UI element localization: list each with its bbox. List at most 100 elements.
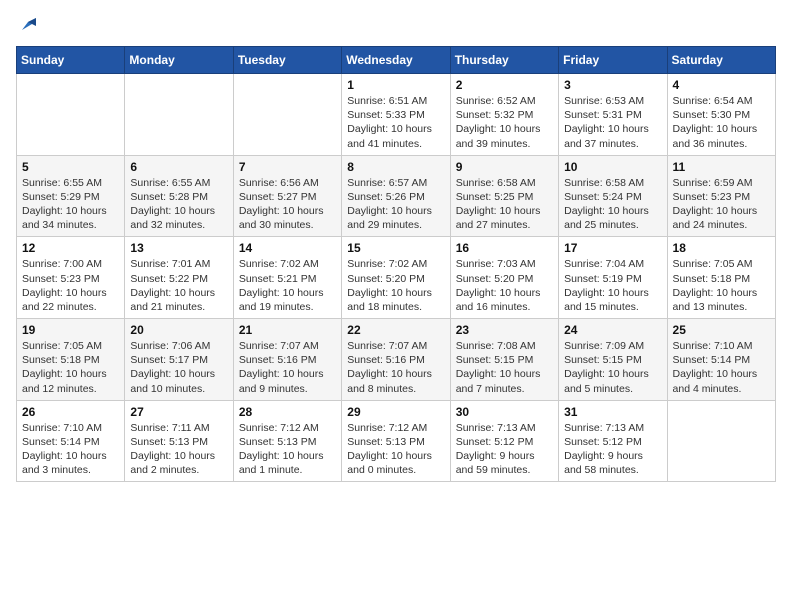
calendar-cell: 15 Sunrise: 7:02 AM Sunset: 5:20 PM Dayli… xyxy=(342,237,450,319)
day-number: 9 xyxy=(456,160,553,174)
day-number: 14 xyxy=(239,241,336,255)
weekday-header-monday: Monday xyxy=(125,47,233,74)
day-number: 13 xyxy=(130,241,227,255)
day-number: 28 xyxy=(239,405,336,419)
weekday-header-tuesday: Tuesday xyxy=(233,47,341,74)
day-info: Sunrise: 7:05 AM Sunset: 5:18 PM Dayligh… xyxy=(673,257,770,314)
weekday-header-sunday: Sunday xyxy=(17,47,125,74)
day-info: Sunrise: 6:55 AM Sunset: 5:28 PM Dayligh… xyxy=(130,176,227,233)
calendar-cell: 12 Sunrise: 7:00 AM Sunset: 5:23 PM Dayli… xyxy=(17,237,125,319)
day-number: 23 xyxy=(456,323,553,337)
day-number: 10 xyxy=(564,160,661,174)
day-info: Sunrise: 7:02 AM Sunset: 5:21 PM Dayligh… xyxy=(239,257,336,314)
day-info: Sunrise: 6:51 AM Sunset: 5:33 PM Dayligh… xyxy=(347,94,444,151)
day-info: Sunrise: 7:13 AM Sunset: 5:12 PM Dayligh… xyxy=(456,421,553,478)
calendar-cell: 27Sunrise: 7:11 AM Sunset: 5:13 PM Dayli… xyxy=(125,400,233,482)
day-info: Sunrise: 7:13 AM Sunset: 5:12 PM Dayligh… xyxy=(564,421,661,478)
calendar-cell: 19 Sunrise: 7:05 AM Sunset: 5:18 PM Dayli… xyxy=(17,319,125,401)
calendar-cell: 4 Sunrise: 6:54 AM Sunset: 5:30 PM Daylig… xyxy=(667,74,775,156)
day-number: 6 xyxy=(130,160,227,174)
day-info: Sunrise: 7:02 AM Sunset: 5:20 PM Dayligh… xyxy=(347,257,444,314)
day-number: 1 xyxy=(347,78,444,92)
day-number: 2 xyxy=(456,78,553,92)
day-info: Sunrise: 6:52 AM Sunset: 5:32 PM Dayligh… xyxy=(456,94,553,151)
day-number: 11 xyxy=(673,160,770,174)
page-header xyxy=(16,16,776,34)
day-number: 20 xyxy=(130,323,227,337)
calendar-cell: 31Sunrise: 7:13 AM Sunset: 5:12 PM Dayli… xyxy=(559,400,667,482)
week-row-1: 1 Sunrise: 6:51 AM Sunset: 5:33 PM Daylig… xyxy=(17,74,776,156)
day-number: 25 xyxy=(673,323,770,337)
day-number: 19 xyxy=(22,323,119,337)
day-number: 3 xyxy=(564,78,661,92)
day-info: Sunrise: 6:59 AM Sunset: 5:23 PM Dayligh… xyxy=(673,176,770,233)
calendar-cell: 13 Sunrise: 7:01 AM Sunset: 5:22 PM Dayli… xyxy=(125,237,233,319)
day-info: Sunrise: 7:01 AM Sunset: 5:22 PM Dayligh… xyxy=(130,257,227,314)
calendar-cell xyxy=(667,400,775,482)
calendar-cell: 2 Sunrise: 6:52 AM Sunset: 5:32 PM Daylig… xyxy=(450,74,558,156)
day-info: Sunrise: 7:11 AM Sunset: 5:13 PM Dayligh… xyxy=(130,421,227,478)
logo-bird-icon xyxy=(18,16,36,34)
day-info: Sunrise: 7:09 AM Sunset: 5:15 PM Dayligh… xyxy=(564,339,661,396)
weekday-header-row: SundayMondayTuesdayWednesdayThursdayFrid… xyxy=(17,47,776,74)
calendar-cell: 8 Sunrise: 6:57 AM Sunset: 5:26 PM Daylig… xyxy=(342,155,450,237)
calendar-cell: 7 Sunrise: 6:56 AM Sunset: 5:27 PM Daylig… xyxy=(233,155,341,237)
calendar: SundayMondayTuesdayWednesdayThursdayFrid… xyxy=(16,46,776,482)
calendar-cell: 25Sunrise: 7:10 AM Sunset: 5:14 PM Dayli… xyxy=(667,319,775,401)
day-info: Sunrise: 6:56 AM Sunset: 5:27 PM Dayligh… xyxy=(239,176,336,233)
day-number: 21 xyxy=(239,323,336,337)
day-info: Sunrise: 6:57 AM Sunset: 5:26 PM Dayligh… xyxy=(347,176,444,233)
calendar-cell: 21Sunrise: 7:07 AM Sunset: 5:16 PM Dayli… xyxy=(233,319,341,401)
day-info: Sunrise: 7:12 AM Sunset: 5:13 PM Dayligh… xyxy=(239,421,336,478)
day-info: Sunrise: 6:55 AM Sunset: 5:29 PM Dayligh… xyxy=(22,176,119,233)
day-info: Sunrise: 7:03 AM Sunset: 5:20 PM Dayligh… xyxy=(456,257,553,314)
calendar-cell: 17 Sunrise: 7:04 AM Sunset: 5:19 PM Dayli… xyxy=(559,237,667,319)
calendar-cell: 29 Sunrise: 7:12 AM Sunset: 5:13 PM Dayli… xyxy=(342,400,450,482)
day-info: Sunrise: 7:06 AM Sunset: 5:17 PM Dayligh… xyxy=(130,339,227,396)
day-number: 8 xyxy=(347,160,444,174)
weekday-header-thursday: Thursday xyxy=(450,47,558,74)
calendar-cell xyxy=(17,74,125,156)
day-number: 7 xyxy=(239,160,336,174)
day-number: 16 xyxy=(456,241,553,255)
day-info: Sunrise: 7:04 AM Sunset: 5:19 PM Dayligh… xyxy=(564,257,661,314)
calendar-cell: 24 Sunrise: 7:09 AM Sunset: 5:15 PM Dayli… xyxy=(559,319,667,401)
calendar-cell: 26 Sunrise: 7:10 AM Sunset: 5:14 PM Dayli… xyxy=(17,400,125,482)
calendar-cell: 3Sunrise: 6:53 AM Sunset: 5:31 PM Daylig… xyxy=(559,74,667,156)
day-info: Sunrise: 7:08 AM Sunset: 5:15 PM Dayligh… xyxy=(456,339,553,396)
calendar-cell: 10 Sunrise: 6:58 AM Sunset: 5:24 PM Dayli… xyxy=(559,155,667,237)
day-number: 22 xyxy=(347,323,444,337)
weekday-header-wednesday: Wednesday xyxy=(342,47,450,74)
day-info: Sunrise: 7:12 AM Sunset: 5:13 PM Dayligh… xyxy=(347,421,444,478)
day-number: 26 xyxy=(22,405,119,419)
weekday-header-friday: Friday xyxy=(559,47,667,74)
week-row-4: 19 Sunrise: 7:05 AM Sunset: 5:18 PM Dayli… xyxy=(17,319,776,401)
day-info: Sunrise: 7:00 AM Sunset: 5:23 PM Dayligh… xyxy=(22,257,119,314)
day-info: Sunrise: 7:05 AM Sunset: 5:18 PM Dayligh… xyxy=(22,339,119,396)
calendar-cell: 23 Sunrise: 7:08 AM Sunset: 5:15 PM Dayli… xyxy=(450,319,558,401)
day-info: Sunrise: 6:58 AM Sunset: 5:24 PM Dayligh… xyxy=(564,176,661,233)
calendar-cell: 16 Sunrise: 7:03 AM Sunset: 5:20 PM Dayli… xyxy=(450,237,558,319)
calendar-cell: 30 Sunrise: 7:13 AM Sunset: 5:12 PM Dayli… xyxy=(450,400,558,482)
day-number: 12 xyxy=(22,241,119,255)
day-number: 29 xyxy=(347,405,444,419)
calendar-cell: 1 Sunrise: 6:51 AM Sunset: 5:33 PM Daylig… xyxy=(342,74,450,156)
day-number: 17 xyxy=(564,241,661,255)
calendar-cell: 6 Sunrise: 6:55 AM Sunset: 5:28 PM Daylig… xyxy=(125,155,233,237)
day-number: 15 xyxy=(347,241,444,255)
calendar-cell xyxy=(125,74,233,156)
day-info: Sunrise: 6:54 AM Sunset: 5:30 PM Dayligh… xyxy=(673,94,770,151)
calendar-cell: 20 Sunrise: 7:06 AM Sunset: 5:17 PM Dayli… xyxy=(125,319,233,401)
calendar-cell: 28 Sunrise: 7:12 AM Sunset: 5:13 PM Dayli… xyxy=(233,400,341,482)
day-number: 30 xyxy=(456,405,553,419)
week-row-2: 5 Sunrise: 6:55 AM Sunset: 5:29 PM Daylig… xyxy=(17,155,776,237)
calendar-cell: 9 Sunrise: 6:58 AM Sunset: 5:25 PM Daylig… xyxy=(450,155,558,237)
day-info: Sunrise: 7:10 AM Sunset: 5:14 PM Dayligh… xyxy=(22,421,119,478)
day-number: 24 xyxy=(564,323,661,337)
calendar-cell: 5 Sunrise: 6:55 AM Sunset: 5:29 PM Daylig… xyxy=(17,155,125,237)
day-number: 4 xyxy=(673,78,770,92)
day-info: Sunrise: 6:58 AM Sunset: 5:25 PM Dayligh… xyxy=(456,176,553,233)
calendar-cell: 11 Sunrise: 6:59 AM Sunset: 5:23 PM Dayli… xyxy=(667,155,775,237)
day-number: 5 xyxy=(22,160,119,174)
weekday-header-saturday: Saturday xyxy=(667,47,775,74)
